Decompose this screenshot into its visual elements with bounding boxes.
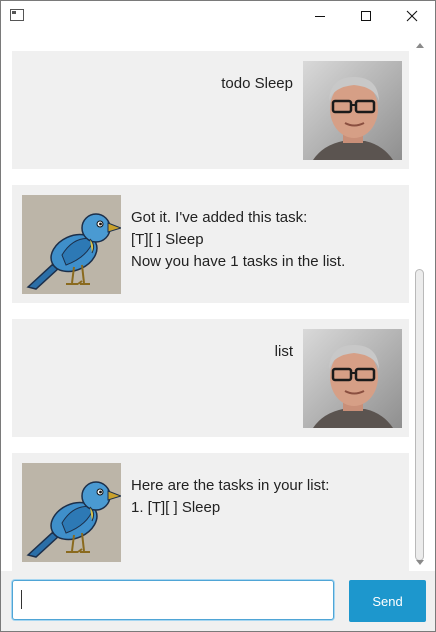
- maximize-icon: [361, 11, 371, 21]
- close-icon: [406, 10, 418, 22]
- dialog-line: list: [274, 343, 293, 360]
- dialog-line: 1. [T][ ] Sleep: [131, 499, 221, 516]
- app-window: todo Sleep Got it. I've added this task:…: [0, 0, 436, 632]
- vertical-scrollbar[interactable]: [413, 39, 427, 571]
- scrollbar-thumb[interactable]: [415, 269, 424, 561]
- user-avatar: [303, 61, 402, 160]
- dialog-line: [T][ ] Sleep: [131, 231, 204, 248]
- user-dialog: todo Sleep: [12, 51, 409, 169]
- scroll-up-button[interactable]: [413, 39, 427, 51]
- user-avatar: [303, 329, 402, 428]
- message-input[interactable]: [12, 580, 334, 620]
- duke-avatar: [22, 195, 121, 294]
- duke-avatar: [22, 463, 121, 562]
- chevron-up-icon: [416, 43, 424, 48]
- text-caret: [21, 590, 22, 609]
- title-bar: [1, 1, 435, 31]
- dialog-text: Got it. I've added this task: [T][ ] Sle…: [131, 207, 345, 273]
- dialog-line: Now you have 1 tasks in the list.: [131, 253, 346, 270]
- dialog-line: Here are the tasks in your list:: [131, 477, 330, 494]
- duke-dialog: Got it. I've added this task: [T][ ] Sle…: [12, 185, 409, 303]
- send-button[interactable]: Send: [349, 580, 426, 622]
- dialog-text: Here are the tasks in your list: 1. [T][…: [131, 475, 329, 519]
- chat-scroll-pane[interactable]: todo Sleep Got it. I've added this task:…: [1, 31, 435, 571]
- user-dialog: list: [12, 319, 409, 437]
- close-button[interactable]: [389, 1, 435, 31]
- dialog-line: Got it. I've added this task:: [131, 209, 308, 226]
- duke-dialog: Here are the tasks in your list: 1. [T][…: [12, 453, 409, 571]
- minimize-button[interactable]: [297, 1, 343, 31]
- dialog-text: list: [275, 341, 293, 363]
- input-bar: Send: [1, 571, 435, 631]
- scroll-down-button[interactable]: [413, 557, 427, 569]
- minimize-icon: [315, 16, 325, 17]
- app-icon: [10, 9, 24, 21]
- maximize-button[interactable]: [343, 1, 389, 31]
- dialog-text: todo Sleep: [221, 73, 293, 95]
- dialog-line: todo Sleep: [221, 75, 293, 92]
- chevron-down-icon: [416, 560, 424, 565]
